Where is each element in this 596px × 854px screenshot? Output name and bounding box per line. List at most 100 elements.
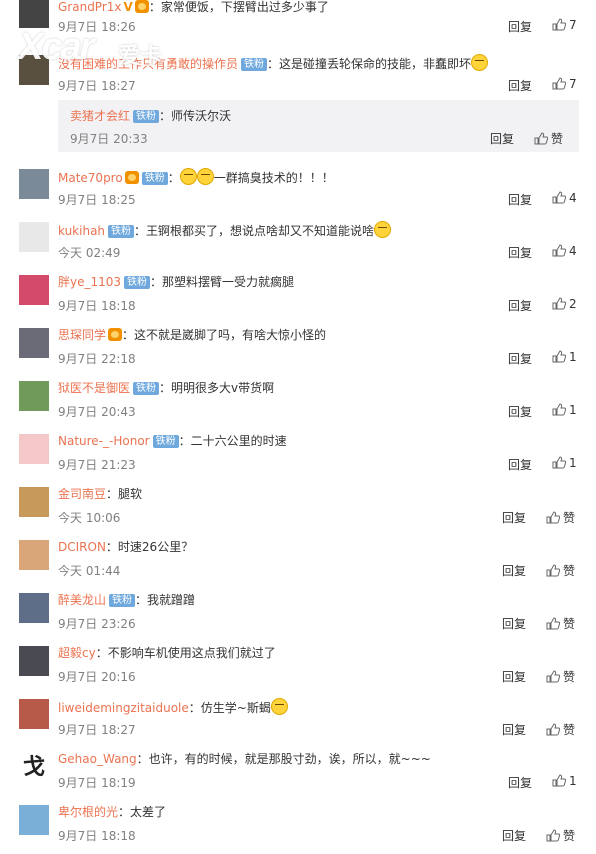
like-label: 赞	[563, 670, 576, 684]
username[interactable]: Mate70pro	[58, 171, 123, 185]
thumb-up-icon	[552, 191, 567, 204]
like-button[interactable]: 1	[552, 403, 577, 417]
reply-button[interactable]: 回复	[508, 350, 532, 367]
reply-button[interactable]: 回复	[508, 244, 532, 261]
reply-button[interactable]: 回复	[508, 191, 532, 208]
like-button[interactable]: 4	[552, 244, 577, 258]
avatar[interactable]: 戈	[19, 752, 49, 782]
avatar[interactable]	[19, 434, 49, 464]
reply-button[interactable]: 回复	[502, 668, 526, 685]
reply-button[interactable]: 回复	[508, 403, 532, 420]
sub-reply: 卖猪才会红 铁粉 ：师传沃尔沃 9月7日 20:33 回复 赞	[58, 100, 579, 152]
comment-text: ：	[167, 171, 180, 185]
like-button[interactable]: 赞	[546, 509, 575, 526]
avatar[interactable]	[19, 222, 49, 252]
like-button[interactable]: 赞	[534, 130, 563, 147]
like-button[interactable]: 1	[552, 350, 577, 364]
comment-item: 卑尔根的光：太差了 9月7日 18:18 回复 赞	[0, 801, 596, 854]
emoji-icon	[179, 168, 197, 185]
username[interactable]: 金司南豆	[58, 487, 106, 501]
reply-button[interactable]: 回复	[490, 130, 514, 147]
username[interactable]: 醉美龙山	[58, 593, 106, 607]
avatar[interactable]	[19, 487, 49, 517]
comment-item: Mate70pro 铁粉： 一群搞臭技术的！！！ 9月7日 18:25 回复 4	[0, 165, 596, 218]
comment-time: 9月7日 18:26	[58, 20, 136, 34]
like-count: 1	[569, 403, 577, 417]
avatar[interactable]	[19, 699, 49, 729]
username[interactable]: GrandPr1x	[58, 0, 122, 14]
comment-item: kukihah 铁粉 ：王锕根都买了，想说点啥却又不知道能说啥 今天 02:49 回…	[0, 218, 596, 271]
avatar[interactable]	[19, 646, 49, 676]
reply-button[interactable]: 回复	[508, 77, 532, 94]
avatar[interactable]	[19, 805, 49, 835]
username[interactable]: 没有困难的工作只有勇敢的操作员	[58, 57, 238, 71]
username[interactable]: liweidemingzitaiduole	[58, 701, 189, 715]
avatar[interactable]	[19, 381, 49, 411]
avatar[interactable]	[19, 0, 49, 28]
like-button[interactable]: 赞	[546, 827, 575, 844]
like-button[interactable]: 赞	[546, 721, 575, 738]
avatar[interactable]	[19, 328, 49, 358]
comment-time: 9月7日 20:33	[70, 132, 148, 146]
comment-item: DCIRON：时速26公里？ 今天 01:44 回复 赞	[0, 536, 596, 589]
reply-button[interactable]: 回复	[502, 615, 526, 632]
thumb-up-icon	[552, 244, 567, 257]
thumb-up-icon	[552, 456, 567, 469]
fan-badge: 铁粉	[133, 110, 160, 123]
fan-badge: 铁粉	[109, 594, 136, 607]
fan-badge: 铁粉	[108, 225, 135, 238]
avatar[interactable]	[19, 540, 49, 570]
username[interactable]: DCIRON	[58, 540, 106, 554]
like-button[interactable]: 1	[552, 456, 577, 470]
reply-button[interactable]: 回复	[502, 827, 526, 844]
username[interactable]: Nature-_-Honor	[58, 434, 150, 448]
comment-text: ：家常便饭，下摆臂出过多少事了	[148, 0, 329, 14]
vip-icon	[108, 328, 123, 341]
emoji-icon	[270, 698, 288, 715]
like-button[interactable]: 4	[552, 191, 577, 205]
username[interactable]: 超毅cy	[58, 646, 96, 660]
reply-button[interactable]: 回复	[508, 18, 532, 35]
username[interactable]: 卑尔根的光	[58, 805, 118, 819]
username[interactable]: Gehao_Wang	[58, 752, 137, 766]
reply-button[interactable]: 回复	[502, 562, 526, 579]
like-label: 赞	[563, 723, 576, 737]
like-button[interactable]: 1	[552, 774, 577, 788]
like-button[interactable]: 赞	[546, 562, 575, 579]
username[interactable]: kukihah	[58, 224, 105, 238]
reply-button[interactable]: 回复	[508, 297, 532, 314]
username[interactable]: 狱医不是御医	[58, 381, 130, 395]
thumb-up-icon	[552, 350, 567, 363]
vip-icon	[134, 0, 149, 13]
emoji-icon	[374, 221, 392, 238]
reply-button[interactable]: 回复	[508, 774, 532, 791]
avatar[interactable]	[19, 593, 49, 623]
username[interactable]: 思琛同学	[58, 328, 106, 342]
avatar[interactable]	[19, 55, 49, 85]
like-button[interactable]: 赞	[546, 668, 575, 685]
thumb-up-icon	[552, 77, 567, 90]
avatar[interactable]	[19, 169, 49, 199]
like-button[interactable]: 7	[552, 18, 577, 32]
comment-time: 9月7日 18:25	[58, 193, 136, 207]
comment-item: 醉美龙山 铁粉 ：我就蹭蹭 9月7日 23:26 回复 赞	[0, 589, 596, 642]
avatar[interactable]	[19, 275, 49, 305]
fan-badge: 铁粉	[133, 382, 160, 395]
fan-badge: 铁粉	[241, 58, 268, 71]
comment-item: liweidemingzitaiduole：仿生学~斯蝎 9月7日 18:27 …	[0, 695, 596, 748]
username[interactable]: 胖ye_1103	[58, 275, 121, 289]
reply-button[interactable]: 回复	[502, 509, 526, 526]
comment-item: Nature-_-Honor 铁粉 ：二十六公里的时速 9月7日 21:23 回复 …	[0, 430, 596, 483]
like-button[interactable]: 赞	[546, 615, 575, 632]
like-label: 赞	[551, 132, 564, 146]
username[interactable]: 卖猪才会红	[70, 109, 130, 123]
comment-time: 9月7日 21:23	[58, 458, 136, 472]
reply-button[interactable]: 回复	[508, 456, 532, 473]
like-button[interactable]: 7	[552, 77, 577, 91]
reply-button[interactable]: 回复	[502, 721, 526, 738]
thumb-up-icon	[534, 132, 549, 145]
like-label: 赞	[563, 617, 576, 631]
comment-text: ：仿生学~斯蝎	[188, 701, 271, 715]
comment-time: 9月7日 18:18	[58, 299, 136, 313]
like-button[interactable]: 2	[552, 297, 577, 311]
